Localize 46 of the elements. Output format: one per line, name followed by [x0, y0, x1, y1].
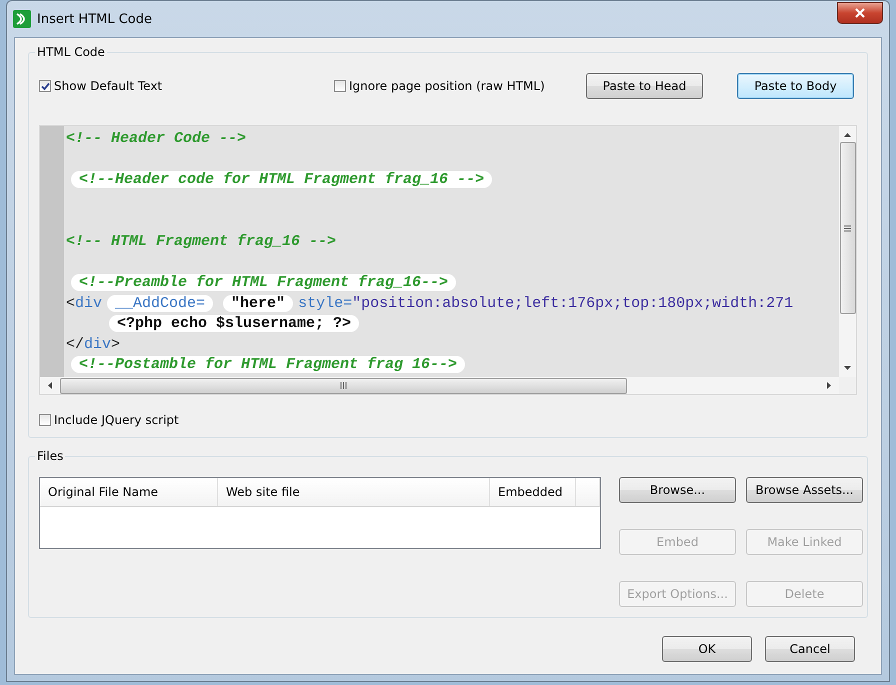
column-header[interactable]: Original File Name: [40, 478, 218, 506]
scroll-down-icon[interactable]: [844, 366, 851, 370]
code-comment: <!-- Header Code -->: [66, 130, 246, 147]
code-attribute: style=: [298, 294, 352, 312]
code-comment: <!--Postamble for HTML Fragment frag 16-->: [71, 356, 466, 374]
code-text: <?php echo $slusername; ?>: [109, 315, 360, 332]
code-editor[interactable]: [39, 125, 857, 395]
column-header[interactable]: Embedded: [490, 478, 576, 506]
code-tag: div: [84, 336, 112, 353]
code-comment: <!-- HTML Fragment frag_16 -->: [66, 232, 336, 250]
vertical-scrollbar[interactable]: [839, 126, 856, 377]
code-tag: div: [75, 294, 102, 312]
close-button[interactable]: [837, 2, 883, 24]
checkbox-label[interactable]: Show Default Text: [54, 79, 162, 93]
checkbox[interactable]: [39, 414, 51, 426]
group-title: Files: [35, 449, 66, 463]
files-table[interactable]: Original File Name Web site file Embedded: [39, 477, 601, 549]
scroll-right-icon[interactable]: [827, 382, 831, 389]
dialog-button[interactable]: Cancel: [765, 636, 855, 662]
app-logo-icon: [13, 10, 31, 28]
code-comment: <!--Preamble for HTML Fragment frag_16-->: [71, 274, 456, 291]
scroll-left-icon[interactable]: [48, 382, 52, 389]
file-action-button[interactable]: Browse...: [619, 477, 736, 503]
group-title: HTML Code: [35, 45, 107, 59]
grip-icon: [340, 382, 347, 389]
checkbox-label[interactable]: Include JQuery script: [54, 413, 179, 427]
close-icon: [855, 8, 865, 18]
code-bracket: >: [111, 336, 120, 353]
horizontal-scrollbar[interactable]: [40, 377, 839, 394]
paste-button[interactable]: Paste to Head: [586, 73, 703, 99]
checkbox[interactable]: [334, 80, 346, 92]
checkbox[interactable]: [39, 80, 51, 92]
file-action-button[interactable]: Browse Assets...: [746, 477, 863, 503]
code-bracket: </: [66, 336, 84, 353]
window-title: Insert HTML Code: [37, 12, 154, 26]
checkbox-label[interactable]: Ignore page position (raw HTML): [349, 79, 545, 93]
code-bracket: <: [66, 294, 76, 312]
scroll-up-icon[interactable]: [844, 133, 851, 137]
code-text: "here": [223, 294, 294, 312]
column-header[interactable]: Web site file: [218, 478, 490, 506]
paste-button[interactable]: Paste to Body: [737, 73, 854, 99]
grip-icon: [844, 224, 851, 232]
code-value: "position:absolute;left:176px;top:180px;width:271: [352, 294, 794, 312]
code-comment: <!--Header code for HTML Fragment frag_16 -->: [71, 170, 492, 188]
code-attribute: __AddCode=: [107, 294, 214, 312]
dialog-button[interactable]: OK: [662, 636, 752, 662]
